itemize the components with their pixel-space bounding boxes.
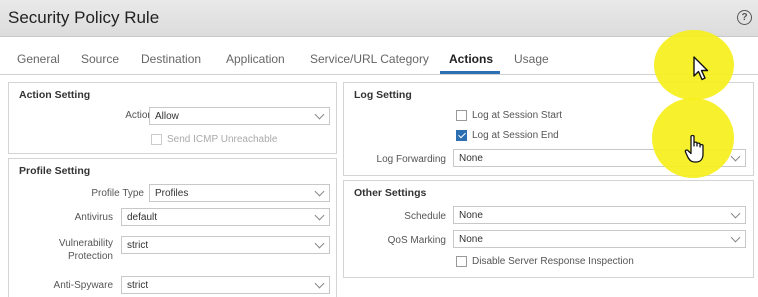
qos-marking-select[interactable]: None <box>453 230 746 248</box>
chevron-down-icon <box>730 232 741 243</box>
tab-application[interactable]: Application <box>226 52 285 66</box>
send-icmp-label: Send ICMP Unreachable <box>167 134 278 145</box>
tab-usage[interactable]: Usage <box>514 52 549 66</box>
profile-setting-panel: Profile Setting Profile Type Profiles An… <box>8 158 337 297</box>
tab-destination[interactable]: Destination <box>141 52 201 66</box>
action-setting-panel: Action Setting Action Allow Send ICMP Un… <box>8 82 337 154</box>
log-session-end-label: Log at Session End <box>472 130 559 141</box>
send-icmp-checkbox[interactable] <box>151 134 162 145</box>
log-session-start-checkbox[interactable] <box>456 110 467 121</box>
tab-bar: General Source Destination Application S… <box>0 44 758 75</box>
action-select[interactable]: Allow <box>149 107 330 125</box>
log-session-end-checkbox[interactable] <box>456 130 467 141</box>
log-session-start-label: Log at Session Start <box>472 110 563 121</box>
profile-type-value: Profiles <box>155 188 189 199</box>
schedule-value: None <box>459 210 483 221</box>
other-settings-panel: Other Settings Schedule None QoS Marking… <box>343 180 754 278</box>
profile-type-label: Profile Type <box>91 188 144 199</box>
tab-source[interactable]: Source <box>81 52 119 66</box>
antivirus-select[interactable]: default <box>121 208 330 226</box>
chevron-down-icon <box>730 208 741 219</box>
action-value: Allow <box>155 111 179 122</box>
tab-actions[interactable]: Actions <box>449 52 493 66</box>
hand-pointer-icon <box>684 134 704 163</box>
tab-general[interactable]: General <box>17 52 60 66</box>
antispyware-value: strict <box>127 280 149 291</box>
vulnerability-value: strict <box>127 240 149 251</box>
vulnerability-label-line1: Vulnerability <box>58 238 113 249</box>
profile-type-select[interactable]: Profiles <box>149 184 330 202</box>
chevron-down-icon <box>314 278 325 289</box>
antivirus-value: default <box>127 212 158 223</box>
antispyware-select[interactable]: strict <box>121 276 330 294</box>
disable-response-inspection-checkbox[interactable] <box>456 256 467 267</box>
log-setting-title: Log Setting <box>354 89 412 101</box>
other-settings-title: Other Settings <box>354 187 427 199</box>
action-label: Action <box>125 110 153 121</box>
qos-marking-value: None <box>459 234 483 245</box>
action-setting-title: Action Setting <box>19 89 91 101</box>
chevron-down-icon <box>314 210 325 221</box>
qos-marking-label: QoS Marking <box>387 235 446 246</box>
chevron-down-icon <box>730 151 741 162</box>
schedule-label: Schedule <box>404 211 446 222</box>
antivirus-label: Antivirus <box>74 212 113 223</box>
log-forwarding-value: None <box>459 153 483 164</box>
active-tab-indicator <box>440 71 500 74</box>
chevron-down-icon <box>314 109 325 120</box>
vulnerability-select[interactable]: strict <box>121 236 330 254</box>
dialog-titlebar: Security Policy Rule ? <box>0 0 758 37</box>
vulnerability-label-line2: Protection <box>67 251 113 262</box>
tab-service-url-category[interactable]: Service/URL Category <box>310 52 429 66</box>
antispyware-label: Anti-Spyware <box>53 280 113 291</box>
log-forwarding-label: Log Forwarding <box>376 154 446 165</box>
dialog-title: Security Policy Rule <box>8 8 160 27</box>
chevron-down-icon <box>314 238 325 249</box>
arrow-cursor-icon <box>693 56 709 81</box>
chevron-down-icon <box>314 186 325 197</box>
profile-setting-title: Profile Setting <box>19 165 91 177</box>
disable-response-inspection-label: Disable Server Response Inspection <box>472 256 634 267</box>
schedule-select[interactable]: None <box>453 206 746 224</box>
help-icon[interactable]: ? <box>737 10 752 25</box>
